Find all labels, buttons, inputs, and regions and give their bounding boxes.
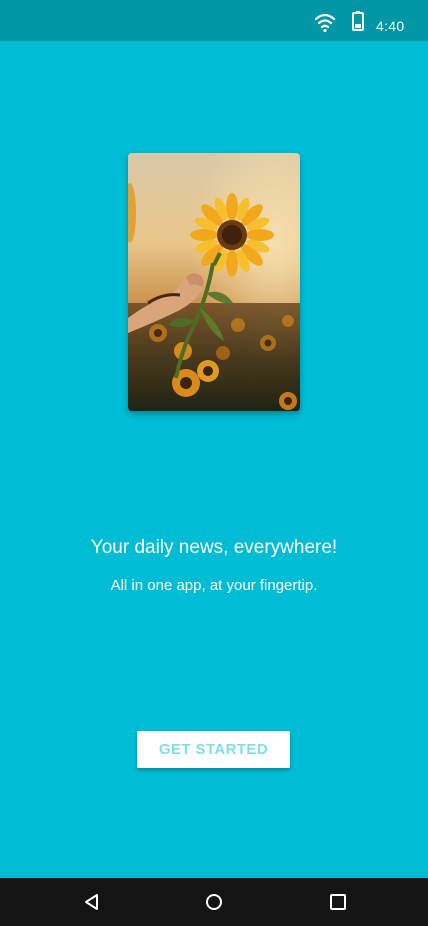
back-icon[interactable] [80, 890, 104, 914]
subheadline: All in one app, at your fingertip. [110, 577, 318, 594]
home-icon[interactable] [202, 890, 226, 914]
hero-image [128, 153, 300, 411]
wifi-icon [314, 13, 336, 33]
get-started-button[interactable]: GET STARTED [137, 731, 290, 768]
battery-icon [352, 11, 364, 31]
navigation-bar [0, 878, 428, 926]
onboarding-screen: 4:40 Your daily news, everywhere! All in… [0, 0, 428, 926]
status-time: 4:40 [376, 18, 405, 34]
headline: Your daily news, everywhere! [90, 537, 338, 558]
sunflower-photo [128, 153, 300, 411]
recents-icon[interactable] [326, 890, 350, 914]
status-bar: 4:40 [0, 0, 428, 41]
